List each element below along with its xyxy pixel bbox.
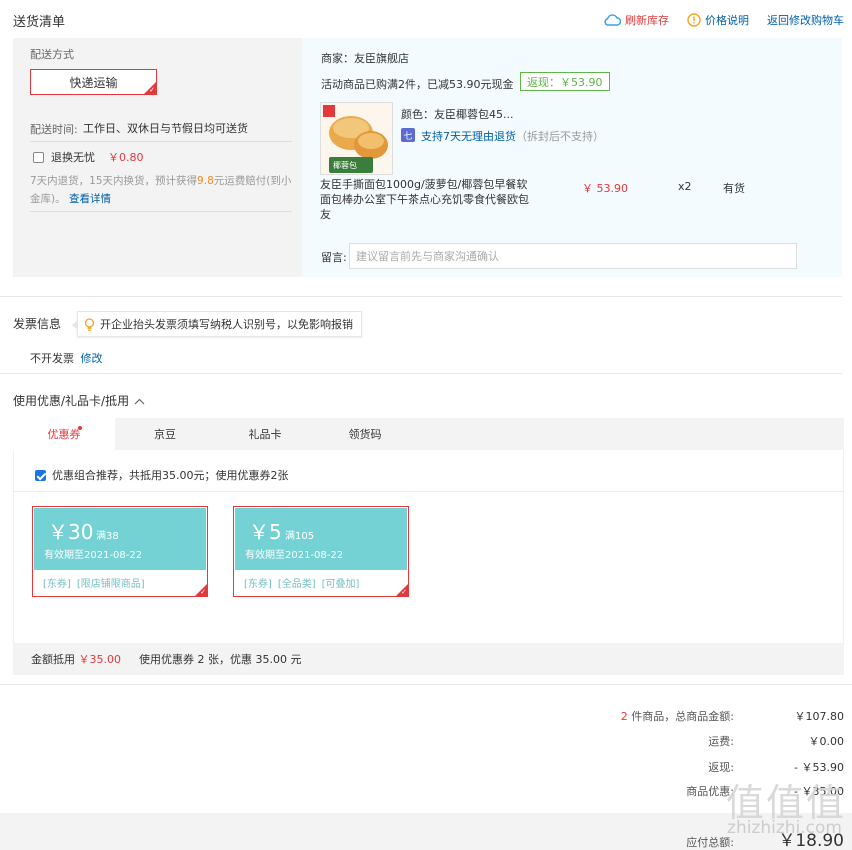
coupon-validity: 有效期至2021-08-22 — [245, 550, 344, 561]
coupon-tags: [东券] [全品类] [可叠加] — [244, 579, 360, 590]
view-detail-link[interactable]: 查看详情 — [69, 193, 111, 205]
express-delivery-button[interactable]: 快递运输 ✓ — [30, 69, 157, 95]
worry-free-price: ￥0.80 — [108, 151, 144, 164]
coupon-head: ￥30 满38 有效期至2021-08-22 — [34, 508, 206, 570]
promo-text: 活动商品已购满2件，已减53.90元现金 — [321, 78, 514, 91]
worry-free-row: 退换无忧 ￥0.80 — [33, 149, 144, 165]
product-color: 颜色：友臣椰蓉包45... — [401, 108, 514, 121]
top-links: 刷新库存 价格说明 返回修改购物车 — [603, 12, 844, 28]
goods-amount: ￥107.80 — [794, 710, 845, 723]
invoice-tip: 开企业抬头发票须填写纳税人识别号，以免影响报销 — [72, 311, 362, 337]
refresh-stock-link[interactable]: 刷新库存 — [603, 12, 669, 28]
worry-free-desc: 7天内退货，15天内换货，预计获得9.8元运费赔付(到小金库)。 查看详情 — [30, 175, 292, 205]
product-image-label: 椰蓉包 — [333, 161, 357, 170]
section-title: 送货清单 — [13, 15, 66, 30]
divider — [0, 684, 852, 685]
tab-coupons[interactable]: 优惠券 — [13, 418, 115, 450]
coupon-summary: 使用优惠券 2 张，优惠 35.00 元 — [139, 653, 302, 666]
shipping-method-label: 配送方式 — [30, 48, 74, 61]
delivery-time-label: 配送时间: — [30, 123, 78, 136]
freight-amount: ￥0.00 — [808, 735, 845, 748]
express-delivery-label: 快递运输 — [69, 75, 118, 90]
coupon-tags: [东券] [限店铺限商品] — [43, 579, 145, 590]
memo-input[interactable] — [349, 243, 797, 269]
coupon-validity: 有效期至2021-08-22 — [44, 550, 143, 561]
coupon-summary-bar: 金额抵用 ￥35.00 使用优惠券 2 张，优惠 35.00 元 — [13, 643, 844, 675]
price-explain-label: 价格说明 — [705, 14, 749, 27]
cashback-badge: 返现：￥53.90 — [520, 72, 610, 91]
tab-jd-beans[interactable]: 京豆 — [115, 418, 215, 450]
coupon-amount: ￥30 — [48, 520, 94, 544]
recommend-row: 优惠组合推荐，共抵用35.00元；使用优惠券2张 — [35, 467, 289, 483]
tab-redeem-code[interactable]: 领货码 — [315, 418, 415, 450]
bread-image-icon — [321, 103, 392, 174]
return-policy-icon: 七 — [401, 128, 415, 142]
divider — [0, 373, 842, 374]
coupon-condition: 满105 — [285, 531, 315, 542]
goods-count: 2 — [620, 710, 628, 723]
coupon-condition: 满38 — [96, 531, 119, 542]
cloud-refresh-icon — [603, 14, 621, 26]
coupon-tab-bar: 优惠券 京豆 礼品卡 领货码 — [13, 418, 844, 450]
check-icon: ✓ — [200, 588, 206, 596]
info-circle-icon — [687, 13, 701, 27]
coupon-section-toggle[interactable]: 使用优惠/礼品卡/抵用 — [13, 392, 145, 409]
back-to-cart-link[interactable]: 返回修改购物车 — [767, 12, 844, 28]
product-image[interactable]: 椰蓉包 — [320, 102, 393, 175]
invoice-tip-text: 开企业抬头发票须填写纳税人识别号，以免影响报销 — [100, 318, 353, 331]
product-price: ￥ 53.90 — [582, 182, 628, 195]
coupon-card[interactable]: ￥5 满105 有效期至2021-08-22 [东券] [全品类] [可叠加] … — [233, 506, 409, 597]
coupon-amount: ￥5 — [249, 520, 282, 544]
invoice-value: 不开发票 修改 — [30, 352, 103, 365]
divider — [30, 211, 292, 212]
chevron-up-icon — [134, 394, 145, 408]
recommend-checkbox[interactable] — [35, 469, 46, 481]
return-policy: 支持7天无理由退货（拆封后不支持） — [421, 130, 604, 143]
price-explain-link[interactable]: 价格说明 — [687, 12, 749, 28]
worry-free-checkbox[interactable] — [33, 151, 44, 163]
freight-row: 运费: ￥0.00 — [708, 735, 845, 748]
shop-name: 商家：友臣旗舰店 — [321, 52, 409, 65]
product-qty: x2 — [678, 180, 692, 193]
coupon-section-title: 使用优惠/礼品卡/抵用 — [13, 394, 130, 408]
divider — [13, 491, 844, 492]
compensation-amount: 9.8 — [197, 175, 214, 187]
coupon-head: ￥5 满105 有效期至2021-08-22 — [235, 508, 407, 570]
invoice-title: 发票信息 — [13, 317, 62, 331]
back-to-cart-label: 返回修改购物车 — [767, 14, 844, 27]
product-title[interactable]: 友臣手撕面包1000g/菠萝包/椰蓉包早餐软面包棒办公室下午茶点心充饥零食代餐欧… — [320, 177, 532, 222]
check-icon: ✓ — [149, 86, 155, 94]
memo-label: 留言: — [321, 251, 347, 264]
new-dot-icon — [78, 426, 82, 430]
stock-status: 有货 — [723, 182, 745, 195]
tab-gift-card[interactable]: 礼品卡 — [215, 418, 315, 450]
refresh-stock-label: 刷新库存 — [625, 14, 669, 27]
total-goods-row: 2 件商品，总商品金额: ￥107.80 — [620, 710, 845, 723]
lightbulb-icon — [84, 318, 95, 335]
worry-free-label: 退换无忧 — [51, 151, 95, 164]
recommend-text: 优惠组合推荐，共抵用35.00元；使用优惠券2张 — [52, 469, 289, 482]
watermark-url: zhizhizhi.com — [727, 818, 842, 838]
check-icon: ✓ — [401, 588, 407, 596]
delivery-time-value: 工作日、双休日与节假日均可送货 — [83, 122, 248, 135]
coupon-card[interactable]: ￥30 满38 有效期至2021-08-22 [东券] [限店铺限商品] ✓ — [32, 506, 208, 597]
coupon-deduct: 金额抵用 ￥35.00 — [31, 653, 121, 666]
invoice-edit-link[interactable]: 修改 — [81, 352, 103, 365]
divider — [30, 141, 292, 142]
divider — [0, 296, 842, 297]
